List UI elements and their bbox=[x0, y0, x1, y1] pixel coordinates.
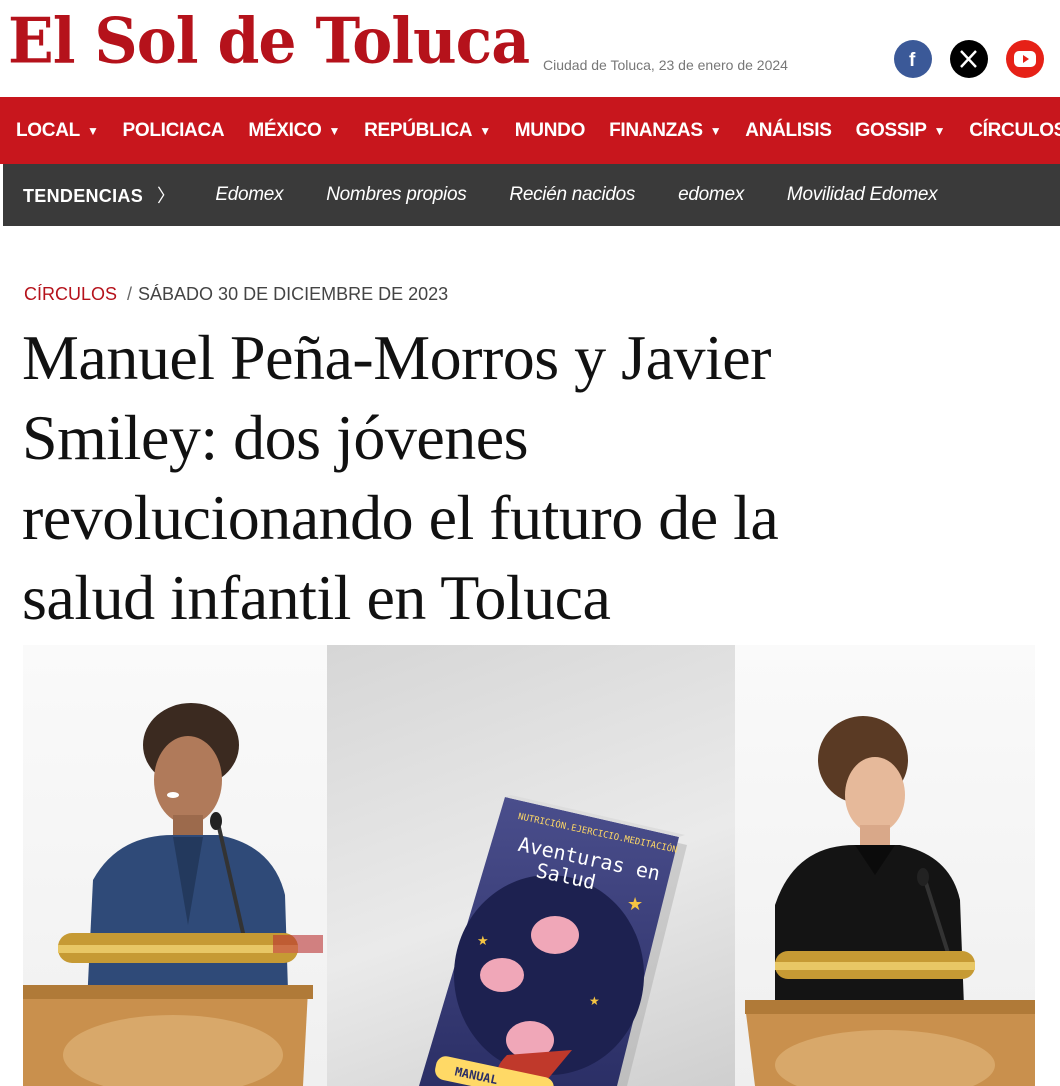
hero-photo-book: ★ ★ ★ NUTRICIÓN.EJERCICIO.MEDITACIÓN Ave… bbox=[327, 645, 735, 1086]
meta-separator: / bbox=[127, 284, 133, 304]
trend-tag[interactable]: Edomex bbox=[215, 184, 283, 206]
dateline: Ciudad de Toluca, 23 de enero de 2024 bbox=[543, 57, 788, 73]
caret-down-icon: ▼ bbox=[933, 123, 946, 138]
hero-photo-right bbox=[735, 645, 1035, 1086]
caret-down-icon: ▼ bbox=[479, 123, 491, 138]
hero-image[interactable]: ★ ★ ★ NUTRICIÓN.EJERCICIO.MEDITACIÓN Ave… bbox=[23, 645, 1035, 1086]
nav-item-label: MUNDO bbox=[514, 119, 586, 141]
site-header: El Sol de Toluca Ciudad de Toluca, 23 de… bbox=[0, 0, 1060, 97]
nav-item-circulos[interactable]: CÍRCULOS bbox=[969, 120, 1060, 142]
trend-tag[interactable]: edomex bbox=[678, 184, 744, 206]
speaker-left-illustration bbox=[23, 703, 323, 1086]
speaker-right-illustration bbox=[745, 716, 1035, 1086]
svg-text:f: f bbox=[909, 50, 916, 69]
trend-tag[interactable]: Nombres propios bbox=[326, 184, 466, 206]
article-headline: Manuel Peña-Morros y Javier Smiley: dos … bbox=[22, 322, 779, 633]
trend-tag[interactable]: Recién nacidos bbox=[509, 184, 635, 206]
nav-item-label: POLICIACA bbox=[122, 119, 225, 141]
hero-photo-left bbox=[23, 645, 327, 1086]
trend-tag[interactable]: Movilidad Edomex bbox=[787, 184, 938, 206]
site-logo[interactable]: El Sol de Toluca bbox=[8, 10, 530, 73]
nav-item-mexico[interactable]: MÉXICO ▼ bbox=[248, 120, 340, 142]
caret-down-icon: ▼ bbox=[709, 123, 722, 138]
x-link[interactable] bbox=[950, 40, 988, 78]
trends-bar: TENDENCIAS 〉 Edomex Nombres propios Recién … bbox=[3, 164, 1060, 226]
section-link[interactable]: CÍRCULOS bbox=[24, 284, 117, 304]
nav-item-finanzas[interactable]: FINANZAS ▼ bbox=[609, 119, 722, 142]
main-nav: LOCAL ▼ POLICIACA MÉXICO ▼ REPÚBLICA ▼ MUNDO FIN… bbox=[0, 97, 1060, 164]
svg-text:★: ★ bbox=[627, 894, 643, 914]
youtube-icon bbox=[1014, 51, 1036, 67]
nav-item-label: LOCAL bbox=[16, 119, 80, 141]
nav-item-analisis[interactable]: ANÁLISIS bbox=[745, 119, 832, 142]
nav-item-label: ANÁLISIS bbox=[745, 119, 832, 141]
nav-item-label: REPÚBLICA bbox=[364, 119, 473, 141]
article-date: SÁBADO 30 DE DICIEMBRE DE 2023 bbox=[138, 284, 449, 304]
caret-down-icon: ▼ bbox=[328, 123, 341, 138]
caret-down-icon: ▼ bbox=[86, 123, 99, 138]
nav-item-label: CÍRCULOS bbox=[969, 119, 1060, 141]
nav-item-local[interactable]: LOCAL ▼ bbox=[16, 120, 99, 142]
nav-item-label: GOSSIP bbox=[855, 119, 927, 141]
trends-label[interactable]: TENDENCIAS 〉 bbox=[23, 182, 175, 208]
facebook-icon: f bbox=[909, 50, 916, 69]
nav-item-republica[interactable]: REPÚBLICA ▼ bbox=[364, 120, 491, 142]
nav-item-policiaca[interactable]: POLICIACA bbox=[123, 120, 225, 142]
x-icon bbox=[960, 50, 977, 68]
nav-item-mundo[interactable]: MUNDO bbox=[514, 119, 586, 142]
youtube-link[interactable] bbox=[1006, 40, 1044, 78]
nav-item-gossip[interactable]: GOSSIP ▼ bbox=[856, 120, 946, 142]
nav-item-label: FINANZAS bbox=[609, 119, 703, 141]
article-meta: CÍRCULOS / SÁBADO 30 DE DICIEMBRE DE 2023 bbox=[24, 284, 448, 305]
nav-item-label: MÉXICO bbox=[248, 119, 322, 141]
chevron-right-icon: 〉 bbox=[157, 186, 176, 206]
svg-text:★: ★ bbox=[477, 933, 489, 948]
svg-text:★: ★ bbox=[589, 994, 600, 1008]
facebook-link[interactable]: f bbox=[894, 40, 932, 78]
trends-label-text: TENDENCIAS bbox=[23, 186, 144, 206]
social-links: f bbox=[894, 40, 1044, 78]
book-illustration: ★ ★ ★ NUTRICIÓN.EJERCICIO.MEDITACIÓN Ave… bbox=[419, 795, 687, 1086]
